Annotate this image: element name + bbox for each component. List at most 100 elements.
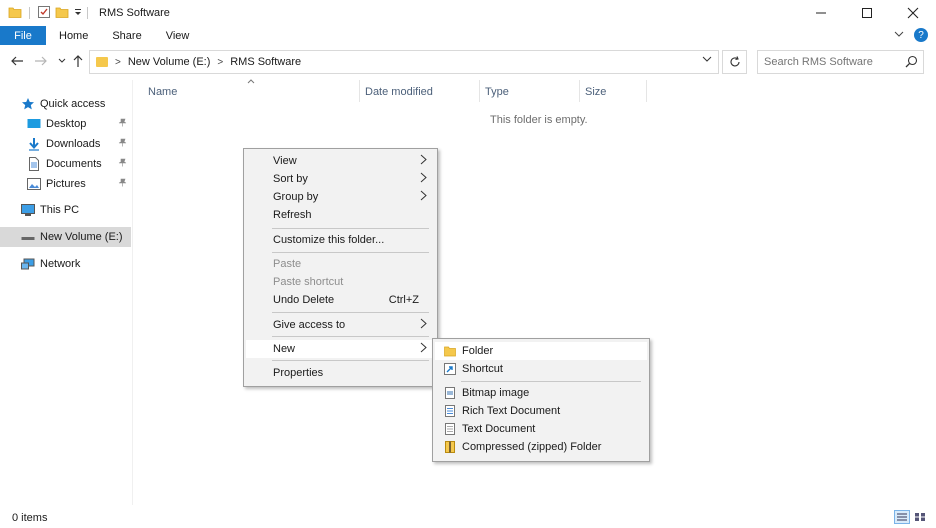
- close-button[interactable]: [890, 0, 936, 26]
- window-title: RMS Software: [99, 7, 170, 19]
- nav-item-label: Quick access: [40, 98, 106, 110]
- up-button[interactable]: [70, 53, 86, 69]
- pictures-icon: [26, 176, 42, 192]
- menu-item-paste[interactable]: Paste: [246, 255, 435, 273]
- tab-view[interactable]: View: [154, 26, 202, 45]
- details-view-button[interactable]: [894, 510, 910, 524]
- menu-separator: [272, 312, 429, 313]
- menu-item-label: Customize this folder...: [273, 234, 385, 246]
- column-divider[interactable]: [579, 80, 580, 102]
- menu-item-sort-by[interactable]: Sort by: [246, 170, 435, 188]
- column-header-size[interactable]: Size: [585, 82, 606, 102]
- properties-icon[interactable]: [37, 5, 51, 22]
- submenu-item-label: Folder: [462, 345, 494, 357]
- ribbon-tabs: File Home Share View ?: [0, 26, 936, 45]
- nav-network[interactable]: Network: [20, 254, 80, 274]
- submenu-item-compressed-folder[interactable]: Compressed (zipped) Folder: [435, 438, 647, 456]
- menu-separator: [272, 360, 429, 361]
- qa-separator: [29, 7, 30, 19]
- menu-item-label: Paste: [273, 258, 302, 270]
- expand-ribbon-icon[interactable]: [894, 30, 904, 41]
- tab-home[interactable]: Home: [46, 26, 100, 45]
- customize-toolbar-icon[interactable]: [73, 7, 83, 20]
- shortcut-icon: [444, 363, 456, 375]
- menu-item-give-access-to[interactable]: Give access to: [246, 316, 435, 334]
- search-input[interactable]: [764, 56, 904, 68]
- tab-share[interactable]: Share: [100, 26, 153, 45]
- chevron-right-icon: [420, 318, 427, 332]
- menu-item-view[interactable]: View: [246, 152, 435, 170]
- forward-arrow-icon: [35, 56, 47, 66]
- nav-item-label: New Volume (E:): [40, 231, 123, 243]
- menu-item-label: Properties: [273, 367, 324, 379]
- pin-icon[interactable]: [118, 178, 127, 189]
- recent-locations-button[interactable]: [54, 53, 70, 69]
- menu-item-undo-delete[interactable]: Undo Delete Ctrl+Z: [246, 291, 435, 309]
- pin-icon[interactable]: [118, 138, 127, 149]
- search-icon[interactable]: [905, 55, 918, 71]
- submenu-item-label: Compressed (zipped) Folder: [462, 441, 602, 453]
- chevron-right-icon: [420, 172, 427, 186]
- nav-documents[interactable]: Documents: [26, 154, 131, 174]
- pin-icon[interactable]: [118, 118, 127, 129]
- menu-item-label: Refresh: [273, 209, 312, 221]
- zip-folder-icon: [444, 441, 456, 453]
- submenu-item-text-document[interactable]: Text Document: [435, 420, 647, 438]
- column-divider[interactable]: [479, 80, 480, 102]
- column-header-type[interactable]: Type: [485, 82, 509, 102]
- nav-pictures[interactable]: Pictures: [26, 174, 131, 194]
- text-document-icon: [444, 423, 456, 435]
- minimize-icon: [816, 12, 826, 14]
- forward-button[interactable]: [33, 53, 49, 69]
- column-divider[interactable]: [359, 80, 360, 102]
- nav-new-volume[interactable]: New Volume (E:): [0, 227, 131, 247]
- menu-item-refresh[interactable]: Refresh: [246, 206, 435, 224]
- submenu-item-rich-text-document[interactable]: Rich Text Document: [435, 402, 647, 420]
- help-icon[interactable]: ?: [914, 28, 928, 42]
- submenu-item-bitmap-image[interactable]: Bitmap image: [435, 384, 647, 402]
- crumb-new-volume[interactable]: New Volume (E:): [128, 56, 211, 68]
- search-box[interactable]: [757, 50, 924, 74]
- menu-item-new[interactable]: New: [246, 340, 435, 358]
- quick-access-toolbar: [8, 5, 83, 22]
- chevron-down-icon: [58, 58, 66, 63]
- item-count: 0 items: [12, 511, 48, 524]
- menu-item-group-by[interactable]: Group by: [246, 188, 435, 206]
- address-bar[interactable]: > New Volume (E:) > RMS Software: [89, 50, 719, 74]
- documents-icon: [26, 156, 42, 172]
- menu-separator: [272, 336, 429, 337]
- back-button[interactable]: [9, 53, 25, 69]
- maximize-icon: [862, 8, 872, 18]
- menu-item-label: Group by: [273, 191, 319, 203]
- maximize-button[interactable]: [844, 0, 890, 26]
- nav-quick-access[interactable]: Quick access: [20, 94, 105, 114]
- column-divider[interactable]: [646, 80, 647, 102]
- nav-desktop[interactable]: Desktop: [26, 114, 131, 134]
- nav-downloads[interactable]: Downloads: [26, 134, 131, 154]
- nav-item-label: Downloads: [46, 138, 101, 150]
- refresh-button[interactable]: [722, 50, 747, 74]
- column-header-date-modified[interactable]: Date modified: [365, 82, 433, 102]
- minimize-button[interactable]: [798, 0, 844, 26]
- submenu-item-folder[interactable]: Folder: [435, 342, 647, 360]
- folder-icon[interactable]: [8, 6, 22, 21]
- submenu-item-label: Rich Text Document: [462, 405, 561, 417]
- large-icons-view-button[interactable]: [912, 510, 928, 524]
- submenu-item-shortcut[interactable]: Shortcut: [435, 360, 647, 378]
- menu-item-properties[interactable]: Properties: [246, 364, 435, 382]
- new-folder-icon[interactable]: [55, 6, 69, 21]
- nav-item-label: Documents: [46, 158, 102, 170]
- menu-item-paste-shortcut[interactable]: Paste shortcut: [246, 273, 435, 291]
- menu-item-label: Undo Delete: [273, 294, 335, 306]
- crumb-rms-software[interactable]: RMS Software: [230, 56, 301, 68]
- menu-item-label: Paste shortcut: [273, 276, 344, 288]
- pin-icon[interactable]: [118, 158, 127, 169]
- nav-this-pc[interactable]: This PC: [20, 200, 79, 220]
- column-header-name[interactable]: Name: [148, 82, 177, 102]
- tab-file[interactable]: File: [0, 26, 46, 45]
- desktop-icon: [26, 116, 42, 132]
- title-bar: RMS Software: [0, 0, 936, 26]
- address-dropdown-button[interactable]: [702, 55, 712, 66]
- ribbon-controls: ?: [894, 28, 928, 42]
- menu-item-customize-folder[interactable]: Customize this folder...: [246, 231, 435, 249]
